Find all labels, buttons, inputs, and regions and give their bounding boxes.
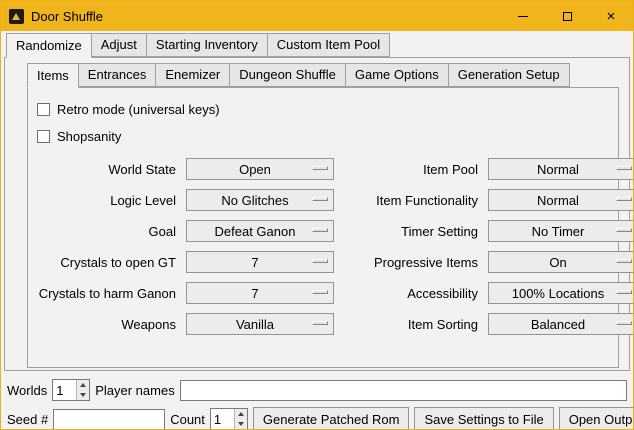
tab-starting-inventory[interactable]: Starting Inventory bbox=[146, 33, 268, 57]
tab-entrances[interactable]: Entrances bbox=[78, 63, 157, 87]
player-names-input[interactable] bbox=[180, 380, 627, 401]
crystals-gt-dropdown[interactable]: 7 bbox=[186, 251, 334, 273]
worlds-spinner[interactable] bbox=[52, 379, 90, 401]
shopsanity-checkbox-row[interactable]: Shopsanity bbox=[28, 123, 121, 150]
maximize-icon bbox=[563, 12, 572, 21]
timer-setting-label: Timer Setting bbox=[344, 224, 478, 239]
maximize-button[interactable] bbox=[545, 1, 589, 31]
minimize-icon bbox=[518, 16, 528, 17]
tab-dungeon-shuffle[interactable]: Dungeon Shuffle bbox=[229, 63, 346, 87]
crystals-gt-label: Crystals to open GT bbox=[38, 255, 176, 270]
minimize-button[interactable] bbox=[501, 1, 545, 31]
item-pool-value: Normal bbox=[489, 162, 634, 177]
world-state-label: World State bbox=[38, 162, 176, 177]
dropdown-indicator bbox=[616, 228, 632, 232]
item-functionality-label: Item Functionality bbox=[344, 193, 478, 208]
bottom-controls: Worlds Player names Seed # Count bbox=[1, 371, 633, 430]
dropdown-indicator bbox=[616, 290, 632, 294]
window-title: Door Shuffle bbox=[31, 9, 103, 24]
crystals-ganon-label: Crystals to harm Ganon bbox=[38, 286, 176, 301]
accessibility-dropdown[interactable]: 100% Locations bbox=[488, 282, 634, 304]
dropdown-indicator bbox=[312, 259, 328, 263]
retro-mode-label: Retro mode (universal keys) bbox=[57, 102, 220, 117]
item-sorting-label: Item Sorting bbox=[344, 317, 478, 332]
count-input[interactable] bbox=[211, 409, 234, 429]
tab-generation-setup[interactable]: Generation Setup bbox=[448, 63, 570, 87]
accessibility-value: 100% Locations bbox=[489, 286, 634, 301]
progressive-items-value: On bbox=[489, 255, 634, 270]
dropdown-indicator bbox=[616, 259, 632, 263]
worlds-label: Worlds bbox=[7, 383, 47, 398]
accessibility-label: Accessibility bbox=[344, 286, 478, 301]
count-spinner[interactable] bbox=[210, 408, 248, 430]
window: Door Shuffle × Randomize Adjust Starting… bbox=[0, 0, 634, 430]
close-icon: × bbox=[607, 9, 616, 24]
app-icon bbox=[9, 9, 24, 24]
generate-patched-rom-button[interactable]: Generate Patched Rom bbox=[253, 407, 410, 430]
worlds-row: Worlds Player names bbox=[7, 378, 627, 402]
shopsanity-checkbox[interactable] bbox=[37, 130, 50, 143]
item-sorting-dropdown[interactable]: Balanced bbox=[488, 313, 634, 335]
titlebar: Door Shuffle × bbox=[1, 1, 633, 31]
timer-setting-dropdown[interactable]: No Timer bbox=[488, 220, 634, 242]
item-sorting-value: Balanced bbox=[489, 317, 634, 332]
weapons-dropdown[interactable]: Vanilla bbox=[186, 313, 334, 335]
retro-mode-checkbox[interactable] bbox=[37, 103, 50, 116]
inner-tab-bar: Items Entrances Enemizer Dungeon Shuffle… bbox=[5, 58, 629, 87]
logic-level-label: Logic Level bbox=[38, 193, 176, 208]
seed-label: Seed # bbox=[7, 412, 48, 427]
dropdown-indicator bbox=[312, 166, 328, 170]
item-functionality-dropdown[interactable]: Normal bbox=[488, 189, 634, 211]
tab-adjust[interactable]: Adjust bbox=[91, 33, 147, 57]
count-spinner-arrows bbox=[234, 409, 247, 429]
world-state-dropdown[interactable]: Open bbox=[186, 158, 334, 180]
spinner-down-arrow[interactable] bbox=[77, 390, 89, 400]
shopsanity-label: Shopsanity bbox=[57, 129, 121, 144]
outer-tab-bar: Randomize Adjust Starting Inventory Cust… bbox=[1, 31, 633, 57]
count-label: Count bbox=[170, 412, 205, 427]
items-panel: Retro mode (universal keys) Shopsanity W… bbox=[27, 87, 619, 368]
progressive-items-label: Progressive Items bbox=[344, 255, 478, 270]
dropdown-indicator bbox=[312, 290, 328, 294]
dropdown-indicator bbox=[616, 321, 632, 325]
window-controls: × bbox=[501, 1, 633, 31]
save-settings-button[interactable]: Save Settings to File bbox=[414, 407, 553, 430]
tab-enemizer[interactable]: Enemizer bbox=[155, 63, 230, 87]
options-grid: World State Open Item Pool Normal Logic … bbox=[28, 158, 618, 335]
seed-row: Seed # Count Generate Patched Rom Save S… bbox=[7, 407, 627, 430]
tab-game-options[interactable]: Game Options bbox=[345, 63, 449, 87]
logic-level-dropdown[interactable]: No Glitches bbox=[186, 189, 334, 211]
dropdown-indicator bbox=[616, 197, 632, 201]
tab-items[interactable]: Items bbox=[27, 63, 79, 88]
crystals-ganon-dropdown[interactable]: 7 bbox=[186, 282, 334, 304]
close-button[interactable]: × bbox=[589, 1, 633, 31]
item-pool-dropdown[interactable]: Normal bbox=[488, 158, 634, 180]
goal-label: Goal bbox=[38, 224, 176, 239]
timer-setting-value: No Timer bbox=[489, 224, 634, 239]
player-names-label: Player names bbox=[95, 383, 174, 398]
dropdown-indicator bbox=[312, 228, 328, 232]
dropdown-indicator bbox=[312, 197, 328, 201]
retro-mode-checkbox-row[interactable]: Retro mode (universal keys) bbox=[28, 96, 220, 123]
dropdown-indicator bbox=[616, 166, 632, 170]
seed-input[interactable] bbox=[53, 409, 165, 430]
spinner-up-arrow[interactable] bbox=[77, 380, 89, 390]
goal-dropdown[interactable]: Defeat Ganon bbox=[186, 220, 334, 242]
item-functionality-value: Normal bbox=[489, 193, 634, 208]
progressive-items-dropdown[interactable]: On bbox=[488, 251, 634, 273]
weapons-label: Weapons bbox=[38, 317, 176, 332]
spinner-up-arrow[interactable] bbox=[235, 409, 247, 419]
tab-custom-item-pool[interactable]: Custom Item Pool bbox=[267, 33, 390, 57]
worlds-spinner-arrows bbox=[76, 380, 89, 400]
dropdown-indicator bbox=[312, 321, 328, 325]
item-pool-label: Item Pool bbox=[344, 162, 478, 177]
randomize-panel: Items Entrances Enemizer Dungeon Shuffle… bbox=[4, 57, 630, 371]
open-output-directory-button[interactable]: Open Output Directory bbox=[559, 407, 634, 430]
tab-randomize[interactable]: Randomize bbox=[6, 33, 92, 58]
worlds-input[interactable] bbox=[53, 380, 76, 400]
spinner-down-arrow[interactable] bbox=[235, 419, 247, 429]
